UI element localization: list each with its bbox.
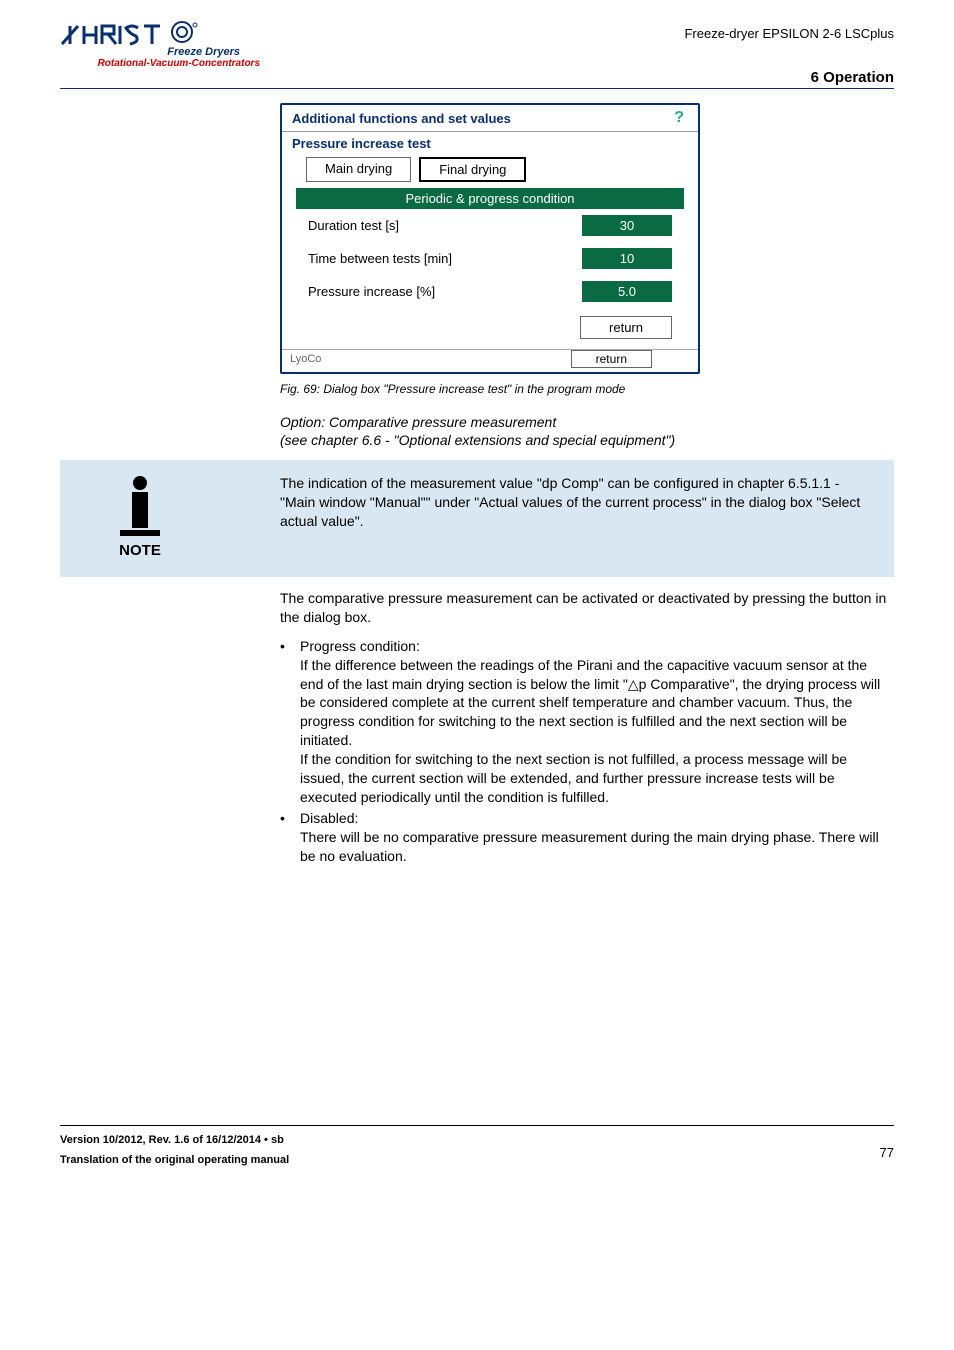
intro-paragraph: The comparative pressure measurement can… xyxy=(280,589,894,627)
dialog-box: Additional functions and set values ? Pr… xyxy=(280,103,700,374)
section-heading: 6 Operation xyxy=(260,69,894,86)
page-header: Freeze Dryers Rotational-Vacuum-Concentr… xyxy=(60,20,894,86)
footer-translation: Translation of the original operating ma… xyxy=(60,1154,894,1166)
christ-logo-icon xyxy=(60,20,200,48)
help-icon[interactable]: ? xyxy=(674,109,688,127)
bullet-2-title: Disabled: xyxy=(300,809,894,828)
value-between[interactable]: 10 xyxy=(582,248,672,269)
label-between: Time between tests [min] xyxy=(308,251,452,266)
return-button[interactable]: return xyxy=(580,316,672,339)
label-increase: Pressure increase [%] xyxy=(308,284,435,299)
logo-tagline-2: Rotational-Vacuum-Concentrators xyxy=(60,58,260,69)
label-duration: Duration test [s] xyxy=(308,218,399,233)
option-line-1: Option: Comparative pressure measurement xyxy=(280,414,894,430)
bullet-1-p1: If the difference between the readings o… xyxy=(300,656,894,750)
footer-version: Version 10/2012, Rev. 1.6 of 16/12/2014 … xyxy=(60,1134,894,1146)
product-title: Freeze-dryer EPSILON 2-6 LSCplus xyxy=(260,26,894,41)
dialog-subtitle: Pressure increase test xyxy=(282,132,698,155)
note-box: NOTE The indication of the measurement v… xyxy=(60,460,894,577)
body-content: The comparative pressure measurement can… xyxy=(280,589,894,865)
condition-band: Periodic & progress condition xyxy=(296,188,684,209)
note-text: The indication of the measurement value … xyxy=(220,474,876,531)
value-increase[interactable]: 5.0 xyxy=(582,281,672,302)
info-icon xyxy=(60,476,220,536)
return-button-2[interactable]: return xyxy=(571,350,652,368)
page-footer: Version 10/2012, Rev. 1.6 of 16/12/2014 … xyxy=(60,1125,894,1166)
row-duration: Duration test [s] 30 xyxy=(282,209,698,242)
bullet-1-p2: If the condition for switching to the ne… xyxy=(300,750,894,807)
note-label: NOTE xyxy=(60,542,220,559)
bullet-icon: • xyxy=(280,637,300,807)
value-duration[interactable]: 30 xyxy=(582,215,672,236)
bullet-1-title: Progress condition: xyxy=(300,637,894,656)
tab-final-drying[interactable]: Final drying xyxy=(419,157,526,182)
header-divider xyxy=(60,88,894,89)
row-increase: Pressure increase [%] 5.0 xyxy=(282,275,698,308)
brand-logo: Freeze Dryers Rotational-Vacuum-Concentr… xyxy=(60,20,260,69)
tab-main-drying[interactable]: Main drying xyxy=(306,157,411,182)
page-number: 77 xyxy=(880,1145,894,1160)
figure-caption: Fig. 69: Dialog box "Pressure increase t… xyxy=(280,382,894,396)
dialog-title: Additional functions and set values xyxy=(292,111,511,126)
lyoco-label: LyoCo xyxy=(288,351,323,367)
bullet-2-p1: There will be no comparative pressure me… xyxy=(300,828,894,866)
option-line-2: (see chapter 6.6 - "Optional extensions … xyxy=(280,432,894,448)
bullet-icon: • xyxy=(280,809,300,866)
row-between: Time between tests [min] 10 xyxy=(282,242,698,275)
